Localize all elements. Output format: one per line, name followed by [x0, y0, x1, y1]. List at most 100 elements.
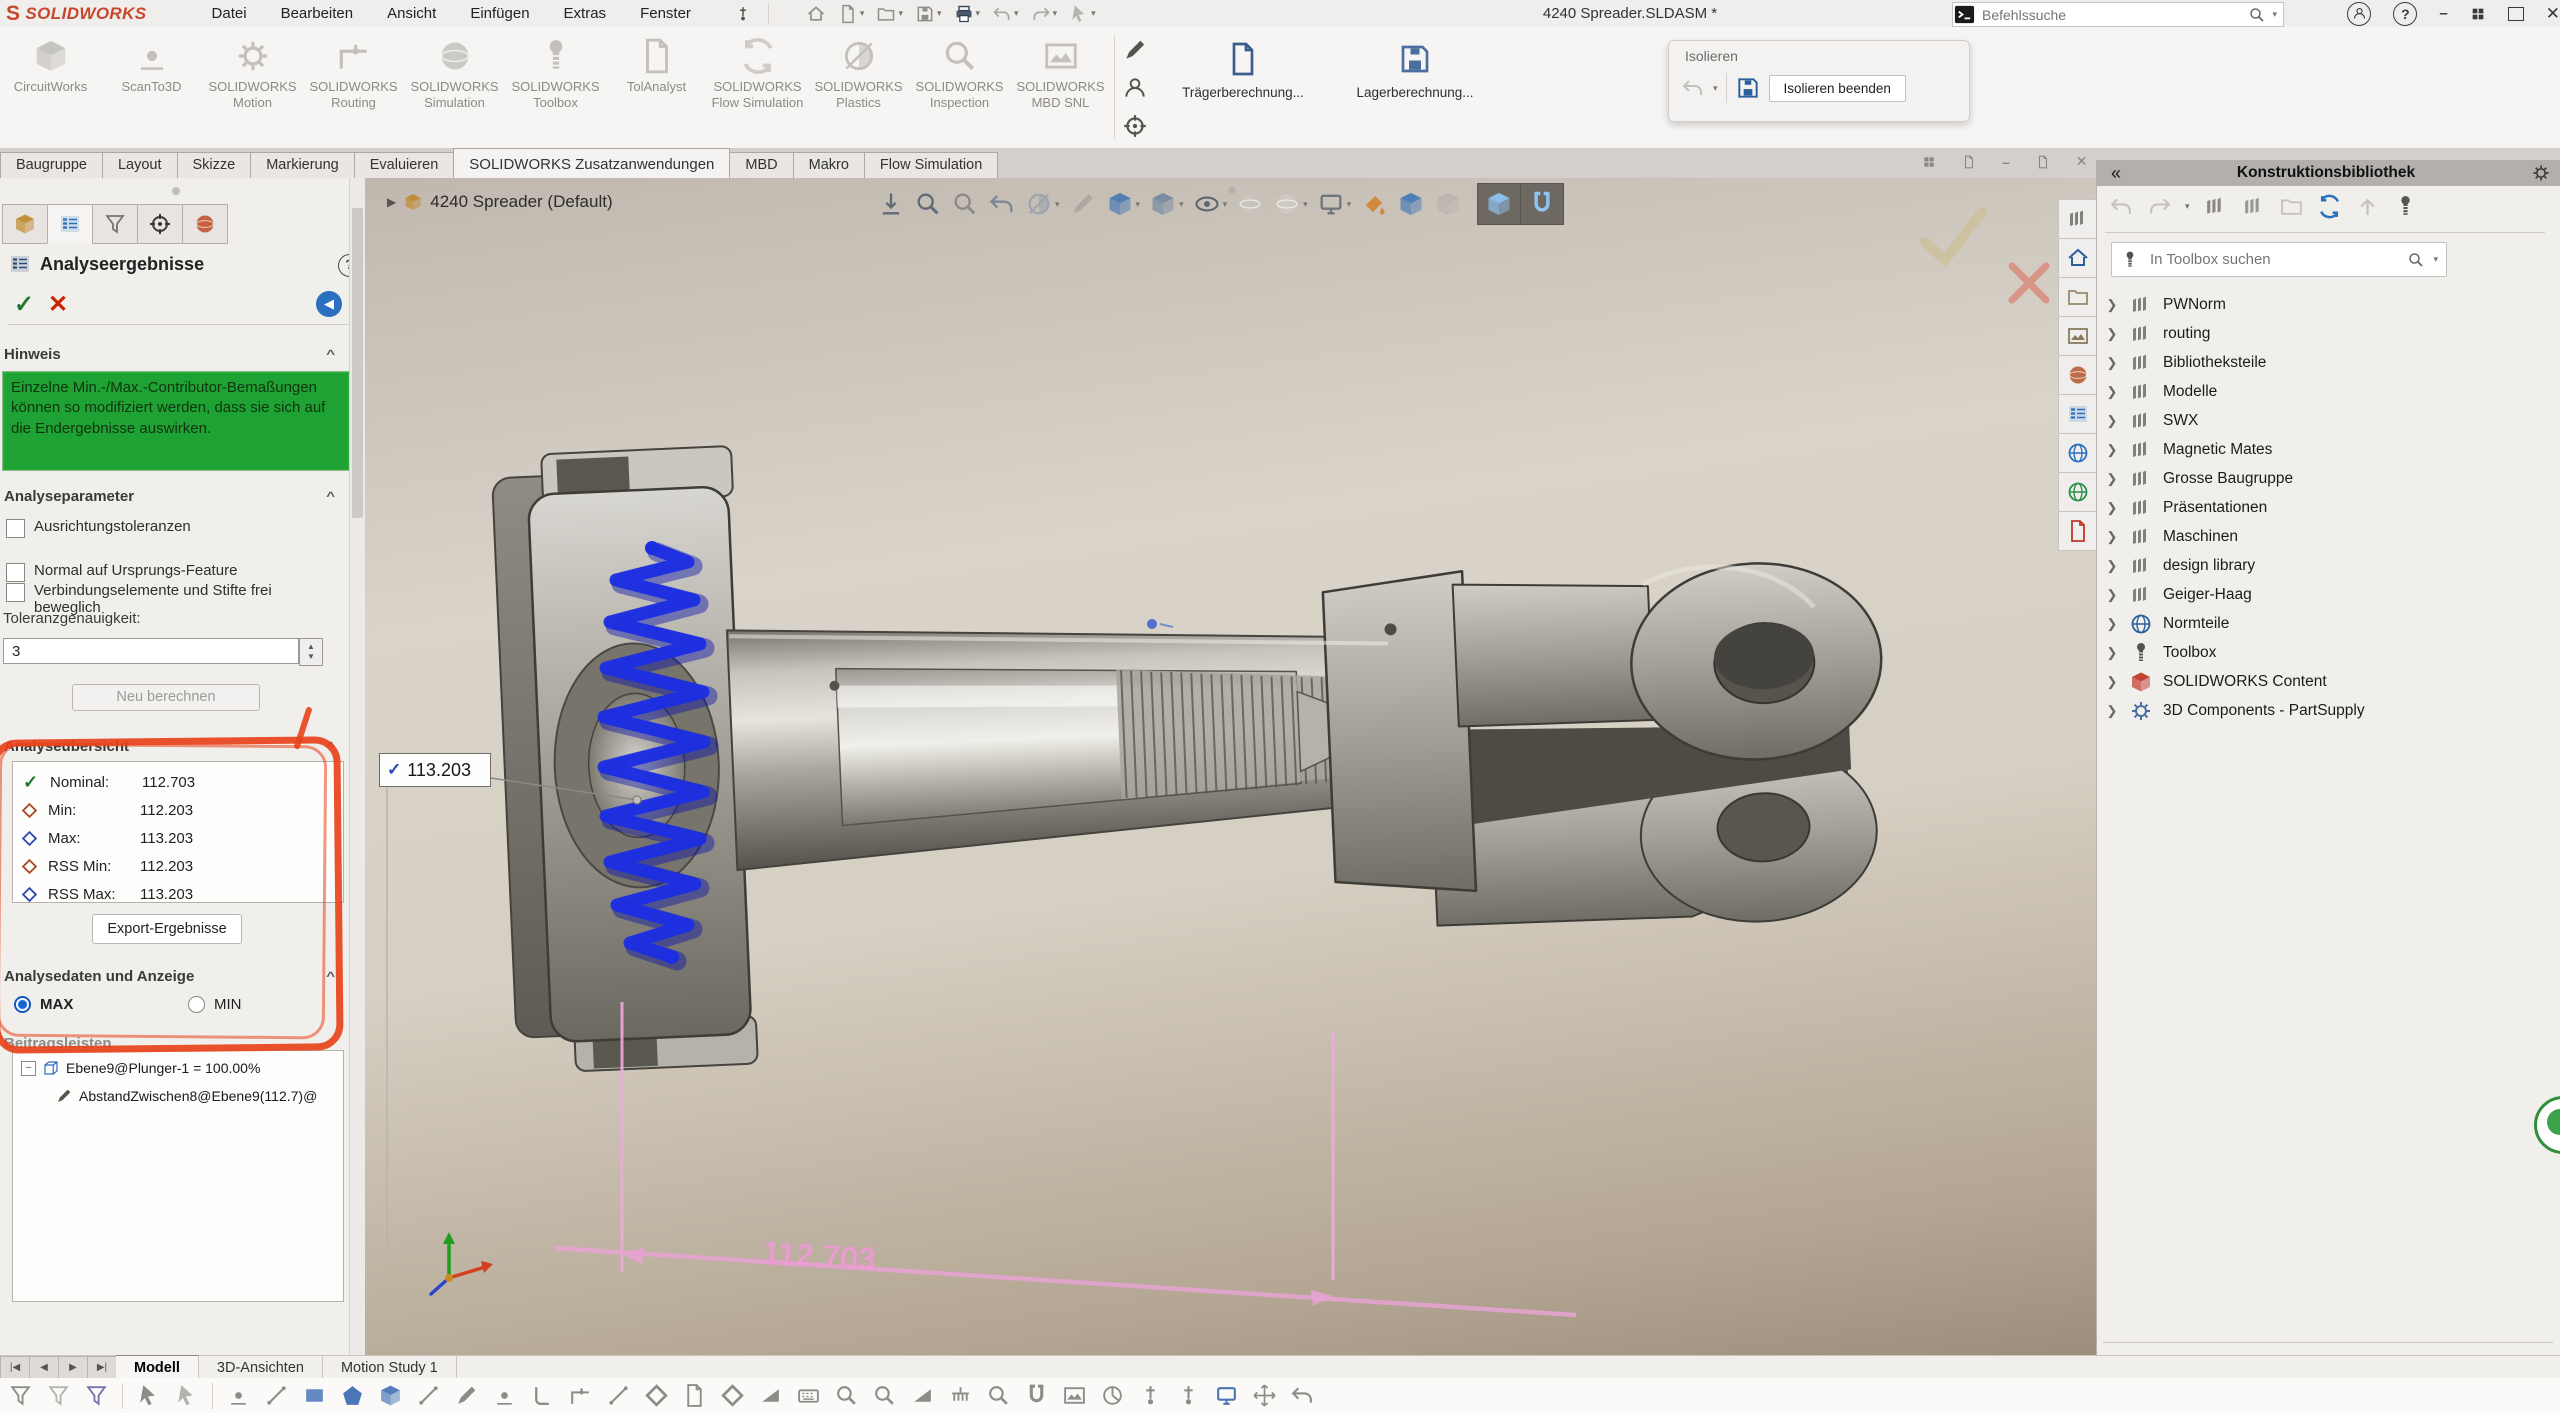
- comparison-icon[interactable]: [1122, 75, 1148, 101]
- tabbar-close-icon[interactable]: ✕: [2076, 153, 2088, 170]
- tab-solidworks-zusatzanwendungen[interactable]: SOLIDWORKS Zusatzanwendungen: [453, 148, 730, 178]
- addin-solidworks-inspection[interactable]: SOLIDWORKS Inspection: [909, 33, 1010, 110]
- addin-tolanalyst[interactable]: TolAnalyst: [606, 33, 707, 110]
- tabbar-minimize-icon[interactable]: –: [2002, 154, 2010, 170]
- checkbox-box[interactable]: [6, 583, 25, 602]
- tab-evaluieren[interactable]: Evaluieren: [354, 152, 455, 178]
- hinweis-collapse-icon[interactable]: ^: [326, 348, 335, 362]
- hinweis-header[interactable]: Hinweis: [4, 346, 61, 363]
- bottom-tab-motion-study-1[interactable]: Motion Study 1: [323, 1356, 457, 1379]
- command-search-input[interactable]: [1976, 7, 2248, 23]
- new-document-button[interactable]: ▾: [835, 3, 868, 25]
- menu-extras[interactable]: Extras: [547, 0, 624, 27]
- tolerance-spinner[interactable]: ▲▼: [299, 638, 323, 666]
- chevron-right-icon[interactable]: ❯: [2105, 703, 2119, 719]
- breadcrumb-label[interactable]: 4240 Spreader (Default): [430, 192, 612, 212]
- rake-tool-icon[interactable]: [948, 1383, 973, 1408]
- library-item-normteile[interactable]: ❯Normteile: [2105, 609, 2229, 638]
- checkbox-1[interactable]: Ausrichtungstoleranzen: [6, 518, 334, 538]
- menu-bearbeiten[interactable]: Bearbeiten: [264, 0, 371, 27]
- library-item-solidworks-content[interactable]: ❯SOLIDWORKS Content: [2105, 667, 2327, 696]
- user-account-icon[interactable]: [2347, 2, 2371, 26]
- maximize-icon[interactable]: [2508, 7, 2524, 21]
- appearances-tab[interactable]: [2058, 355, 2098, 395]
- select-alt-icon[interactable]: [174, 1383, 199, 1408]
- dropdown-caret-icon[interactable]: ▾: [1014, 9, 1019, 18]
- analyseparameter-header[interactable]: Analyseparameter: [4, 488, 134, 505]
- addin-solidworks-routing[interactable]: SOLIDWORKS Routing: [303, 33, 404, 110]
- ghost-part-button[interactable]: [1434, 190, 1462, 218]
- recovery-tab[interactable]: [2058, 511, 2098, 551]
- zoom-c-icon[interactable]: [986, 1383, 1011, 1408]
- forum-tab[interactable]: [2058, 433, 2098, 473]
- dropdown-caret-icon[interactable]: ▾: [2185, 202, 2190, 211]
- bottom-tab-modell[interactable]: Modell: [116, 1355, 199, 1379]
- design-checker-icon[interactable]: [1122, 37, 1148, 63]
- library-item-modelle[interactable]: ❯Modelle: [2105, 377, 2217, 406]
- panel-drag-handle[interactable]: [172, 187, 180, 195]
- chevron-right-icon[interactable]: ❯: [2105, 587, 2119, 603]
- filter-colored-icon[interactable]: [84, 1383, 109, 1408]
- diamond-tool-icon[interactable]: [644, 1383, 669, 1408]
- point-sketch-icon[interactable]: [226, 1383, 251, 1408]
- ok-check-icon[interactable]: ✓: [14, 290, 34, 319]
- corner-tool-icon[interactable]: [530, 1383, 555, 1408]
- apply-scene-button[interactable]: ▾: [1273, 190, 1308, 218]
- move-arrows-icon[interactable]: [1252, 1383, 1277, 1408]
- pin-right-icon[interactable]: [1176, 1383, 1201, 1408]
- pin-menu-icon[interactable]: [734, 5, 752, 23]
- dropdown-caret-icon[interactable]: ▾: [1179, 200, 1184, 209]
- help-icon[interactable]: ?: [2393, 2, 2417, 26]
- chevron-right-icon[interactable]: ❯: [2105, 471, 2119, 487]
- chevron-right-icon[interactable]: ❯: [2105, 645, 2119, 661]
- line-sketch-icon[interactable]: [264, 1383, 289, 1408]
- tab-layout[interactable]: Layout: [102, 152, 178, 178]
- dropdown-caret-icon[interactable]: ▾: [1053, 9, 1058, 18]
- tab-flow-simulation[interactable]: Flow Simulation: [864, 152, 998, 178]
- isolate-active-button[interactable]: [1478, 184, 1521, 224]
- tolerance-input[interactable]: 3: [3, 638, 299, 664]
- tree-child-label[interactable]: AbstandZwischen8@Ebene9(112.7)@: [79, 1088, 317, 1104]
- menu-datei[interactable]: Datei: [195, 0, 264, 27]
- addin-solidworks-motion[interactable]: SOLIDWORKS Motion: [202, 33, 303, 110]
- pencil-tool-icon[interactable]: [454, 1383, 479, 1408]
- library-item-design-library[interactable]: ❯design library: [2105, 551, 2255, 580]
- zoom-a-icon[interactable]: [834, 1383, 859, 1408]
- dropdown-caret-icon[interactable]: ▾: [1091, 9, 1096, 18]
- custom-properties-tab[interactable]: [2058, 394, 2098, 434]
- library-item-magnetic-mates[interactable]: ❯Magnetic Mates: [2105, 435, 2272, 464]
- tab-scroll-first-icon[interactable]: |◀: [0, 1356, 30, 1379]
- undo-button[interactable]: ▾: [989, 3, 1022, 25]
- chevron-right-icon[interactable]: ❯: [2105, 616, 2119, 632]
- tab-appearances[interactable]: [182, 204, 228, 244]
- addin-solidworks-toolbox[interactable]: SOLIDWORKS Toolbox: [505, 33, 606, 110]
- toolbox-icon[interactable]: [2393, 194, 2418, 219]
- select-button[interactable]: ▾: [1066, 3, 1099, 25]
- isolate-caret-icon[interactable]: ▾: [1713, 84, 1718, 93]
- cancel-x-icon[interactable]: ✕: [48, 290, 68, 319]
- checkbox-box[interactable]: [6, 519, 25, 538]
- chevron-right-icon[interactable]: ❯: [2105, 529, 2119, 545]
- add-file-location-icon[interactable]: [2241, 194, 2266, 219]
- open-folder-icon[interactable]: [2279, 194, 2304, 219]
- library-item-maschinen[interactable]: ❯Maschinen: [2105, 522, 2238, 551]
- chevron-right-icon[interactable]: ❯: [2105, 674, 2119, 690]
- isolate-part-button[interactable]: [1397, 190, 1425, 218]
- home-tab[interactable]: [2058, 238, 2098, 278]
- rectangle-sketch-icon[interactable]: [302, 1383, 327, 1408]
- up-level-icon[interactable]: [2355, 194, 2380, 219]
- clamp-tool-icon[interactable]: [1024, 1383, 1049, 1408]
- select-tool-icon[interactable]: [136, 1383, 161, 1408]
- pink-dimension-value[interactable]: 112.703: [762, 1236, 877, 1277]
- search-caret-icon[interactable]: ▾: [2272, 10, 2277, 19]
- tab-dimxpert[interactable]: [137, 204, 183, 244]
- zoom-to-fit-button[interactable]: [877, 190, 905, 218]
- zoom-to-area-button[interactable]: [914, 190, 942, 218]
- point-alt-icon[interactable]: [492, 1383, 517, 1408]
- menu-einfügen[interactable]: Einfügen: [453, 0, 546, 27]
- chevron-right-icon[interactable]: ❯: [2105, 297, 2119, 313]
- tab-baugruppe[interactable]: Baugruppe: [0, 152, 103, 178]
- addin-solidworks-flow-simulation[interactable]: SOLIDWORKS Flow Simulation: [707, 33, 808, 110]
- dropdown-caret-icon[interactable]: ▾: [1055, 200, 1060, 209]
- addin-solidworks-simulation[interactable]: SOLIDWORKS Simulation: [404, 33, 505, 110]
